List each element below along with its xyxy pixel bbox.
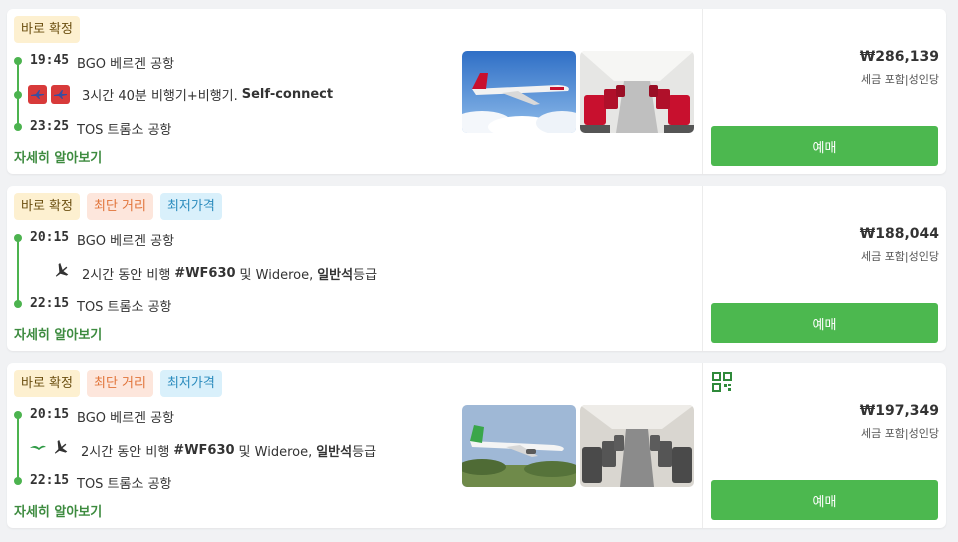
cabin-suffix: 등급 <box>353 267 378 283</box>
cabin-class: 일반석 <box>317 267 354 283</box>
qr-code-icon <box>712 372 732 392</box>
aircraft-photo[interactable] <box>462 51 576 133</box>
shortest-badge: 최단 거리 <box>86 193 153 220</box>
flight-info: 바로 확정 최단 거리 최저가격 20:15 BGO 베르겐 공항 2시간 동안… <box>7 363 702 528</box>
airline-name: 및 Wideroe, <box>238 444 313 460</box>
arrive-time: 22:15 <box>30 473 70 488</box>
airline-logo-icon <box>29 439 47 461</box>
airline-name: 및 Wideroe, <box>239 267 314 283</box>
arrive-time: 22:15 <box>30 296 70 311</box>
shortest-badge: 최단 거리 <box>86 370 153 397</box>
flight-duration: 2시간 동안 비행 <box>81 444 170 460</box>
badge-group: 바로 확정 최단 거리 최저가격 <box>14 370 222 397</box>
cheapest-badge: 최저가격 <box>159 370 222 397</box>
price: ₩286,139 <box>859 49 939 65</box>
price-panel: ₩188,044 세금 포함|성인당 예매 <box>702 186 947 351</box>
flight-segment: 2시간 동안 비행 #WF630 및 Wideroe, 일반석 등급 <box>52 262 377 284</box>
depart-airport: BGO 베르겐 공항 <box>77 234 175 249</box>
price-panel: ₩197,349 세금 포함|성인당 예매 <box>702 363 947 528</box>
timeline-dot-depart <box>14 411 22 419</box>
timeline-line <box>17 241 19 304</box>
timeline-dot-arrive <box>14 477 22 485</box>
depart-airport: BGO 베르겐 공항 <box>77 411 175 426</box>
aircraft-photo[interactable] <box>462 405 576 487</box>
cabin-photo[interactable] <box>580 405 694 487</box>
tax-note: 세금 포함|성인당 <box>860 73 939 86</box>
arrive-airport: TOS 트롬소 공항 <box>77 300 172 315</box>
flight-segment: 3시간 40분 비행기+비행기. Self-connect <box>28 85 333 104</box>
book-button[interactable]: 예매 <box>711 480 938 520</box>
arrive-airport: TOS 트롬소 공항 <box>77 477 172 492</box>
flight-info: 바로 확정 최단 거리 최저가격 20:15 BGO 베르겐 공항 2시간 동안… <box>7 186 702 351</box>
airline-logo-icon <box>28 85 47 104</box>
depart-airport: BGO 베르겐 공항 <box>77 57 175 72</box>
timeline-dot-arrive <box>14 300 22 308</box>
connection-type: Self-connect <box>241 87 334 102</box>
price: ₩197,349 <box>859 403 939 419</box>
flight-number: #WF630 <box>174 265 236 281</box>
badge-group: 바로 확정 <box>14 16 80 43</box>
timeline-dot-mid <box>14 91 22 99</box>
instant-confirm-badge: 바로 확정 <box>14 193 80 220</box>
timeline-dot-depart <box>14 234 22 242</box>
details-link[interactable]: 자세히 알아보기 <box>14 324 102 343</box>
timeline-line <box>17 418 19 481</box>
tax-note: 세금 포함|성인당 <box>860 427 939 440</box>
depart-time: 20:15 <box>30 230 70 245</box>
flight-info: 바로 확정 19:45 BGO 베르겐 공항 3시간 40분 비행기+비행기. … <box>7 9 702 174</box>
book-button[interactable]: 예매 <box>711 126 938 166</box>
instant-confirm-badge: 바로 확정 <box>14 370 80 397</box>
flight-result-card: 바로 확정 최단 거리 최저가격 20:15 BGO 베르겐 공항 2시간 동안… <box>7 363 946 528</box>
flight-duration: 2시간 동안 비행 <box>82 267 171 283</box>
arrive-time: 23:25 <box>30 119 70 134</box>
badge-group: 바로 확정 최단 거리 최저가격 <box>14 193 222 220</box>
arrive-airport: TOS 트롬소 공항 <box>77 123 172 138</box>
flight-result-card: 바로 확정 최단 거리 최저가격 20:15 BGO 베르겐 공항 2시간 동안… <box>7 186 946 351</box>
timeline-dot-depart <box>14 57 22 65</box>
depart-time: 20:15 <box>30 407 70 422</box>
airplane-icon <box>51 439 69 461</box>
flight-segment: 2시간 동안 비행 #WF630 및 Wideroe, 일반석 등급 <box>29 439 376 461</box>
airplane-icon <box>52 262 70 284</box>
flight-duration: 3시간 40분 비행기+비행기. <box>82 89 238 104</box>
details-link[interactable]: 자세히 알아보기 <box>14 147 102 166</box>
cabin-class: 일반석 <box>316 444 353 460</box>
tax-note: 세금 포함|성인당 <box>860 250 939 263</box>
price-panel: ₩286,139 세금 포함|성인당 예매 <box>702 9 947 174</box>
airline-logo-icon <box>51 85 70 104</box>
details-link[interactable]: 자세히 알아보기 <box>14 501 102 520</box>
book-button[interactable]: 예매 <box>711 303 938 343</box>
timeline-dot-arrive <box>14 123 22 131</box>
flight-result-card: 바로 확정 19:45 BGO 베르겐 공항 3시간 40분 비행기+비행기. … <box>7 9 946 174</box>
cabin-suffix: 등급 <box>352 444 377 460</box>
price: ₩188,044 <box>859 226 939 242</box>
flight-number: #WF630 <box>173 442 235 458</box>
cabin-photo[interactable] <box>580 51 694 133</box>
cheapest-badge: 최저가격 <box>159 193 222 220</box>
instant-confirm-badge: 바로 확정 <box>14 16 80 43</box>
depart-time: 19:45 <box>30 53 70 68</box>
